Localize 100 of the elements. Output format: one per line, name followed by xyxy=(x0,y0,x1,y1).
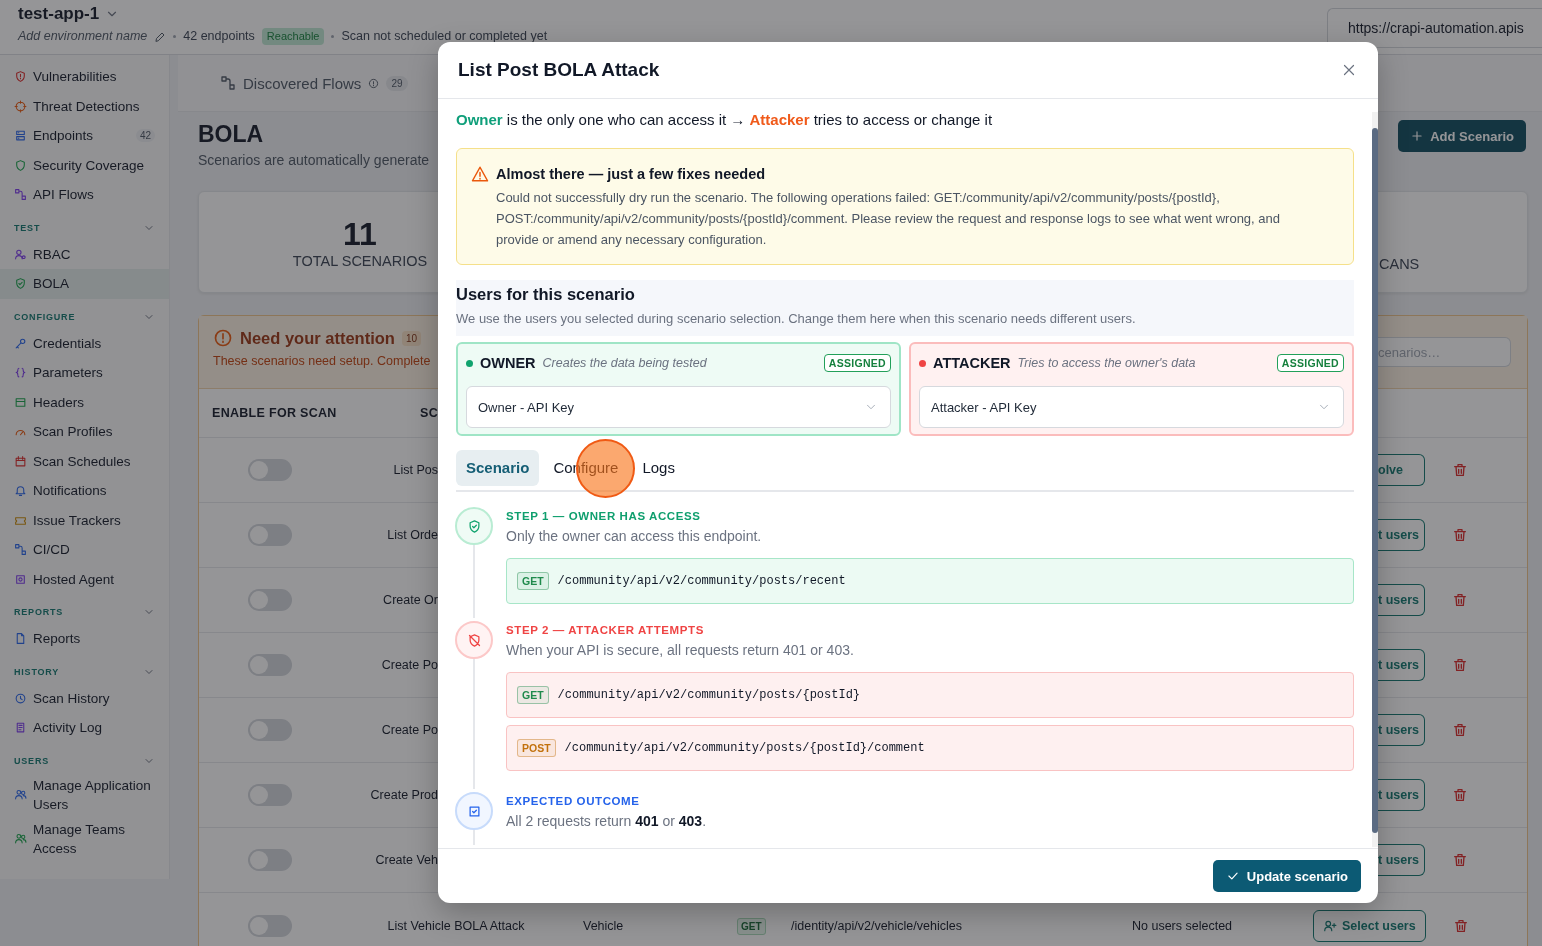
action-button[interactable]: t users xyxy=(1378,844,1425,876)
role-description: Tries to access the owner's data xyxy=(1017,356,1197,370)
tab[interactable]: Discovered Flows 29 xyxy=(220,74,408,92)
toggle-switch[interactable] xyxy=(248,459,292,481)
role-name: OWNER xyxy=(480,355,536,371)
user-plus-icon xyxy=(1323,918,1337,933)
trash-icon[interactable] xyxy=(1452,917,1469,934)
toggle-switch[interactable] xyxy=(248,654,292,676)
count-badge: 42 xyxy=(135,129,155,143)
action-button[interactable]: t users xyxy=(1378,584,1425,616)
user-select[interactable]: Attacker - API Key xyxy=(919,386,1344,428)
trash-icon[interactable] xyxy=(1452,592,1468,608)
trash-icon[interactable] xyxy=(1452,722,1468,738)
trash-icon[interactable] xyxy=(1452,852,1468,868)
step-title: STEP 2 — ATTACKER ATTEMPTS xyxy=(506,623,705,638)
step-description: All 2 requests return 401 or 403. xyxy=(506,812,707,831)
warning-title: Almost there — just a few fixes needed xyxy=(496,165,767,184)
scrollbar[interactable] xyxy=(1372,112,1378,847)
warning-icon xyxy=(471,165,489,183)
trash-icon[interactable] xyxy=(1452,527,1468,543)
sidebar-item[interactable]: Threat Detections xyxy=(0,91,169,121)
sidebar-item[interactable]: Scan History xyxy=(0,683,169,713)
flow-icon xyxy=(220,75,236,91)
sidebar-item[interactable]: Security Coverage xyxy=(0,150,169,180)
scenario-name: List Orde xyxy=(386,528,438,542)
sidebar-item[interactable]: Issue Trackers xyxy=(0,505,169,535)
endpoint-count: 42 endpoints xyxy=(183,30,255,43)
sidebar-item[interactable]: Credentials xyxy=(0,328,169,358)
toggle-switch[interactable] xyxy=(248,784,292,806)
tab[interactable]: Scenario xyxy=(456,450,540,486)
sidebar-item[interactable]: Hosted Agent xyxy=(0,564,169,594)
endpoint-path: /community/api/v2/community/posts/recent xyxy=(557,574,846,588)
shield-icon xyxy=(14,158,27,172)
trash-icon[interactable] xyxy=(1452,657,1468,673)
toggle-switch[interactable] xyxy=(248,524,292,546)
scenario-name: Create Prod xyxy=(369,788,438,802)
method-badge: POST xyxy=(517,739,556,757)
sidebar-item[interactable]: Activity Log xyxy=(0,713,169,743)
users-icon xyxy=(14,788,27,801)
scenario-name: Create Po xyxy=(380,723,438,737)
sidebar-item[interactable]: Manage Application Users xyxy=(0,772,169,817)
action-button[interactable]: t users xyxy=(1378,714,1425,746)
section-label: CONFIGURE xyxy=(14,311,76,322)
action-button[interactable]: olve xyxy=(1378,454,1425,486)
endpoint-path: /identity/api/v2/vehicle/vehicles xyxy=(791,918,962,933)
scenario-name: Create Or xyxy=(382,593,438,607)
method-badge: GET xyxy=(517,572,549,590)
history-icon xyxy=(14,691,27,705)
toggle-switch[interactable] xyxy=(248,589,292,611)
stat-value: 11 xyxy=(343,215,377,253)
sidebar-item[interactable]: Headers xyxy=(0,387,169,417)
stat-label: TOTAL SCENARIOS xyxy=(292,253,428,269)
alert-icon xyxy=(213,328,233,348)
section-label: USERS xyxy=(14,755,49,766)
toggle-switch[interactable] xyxy=(248,914,292,937)
sidebar-item[interactable]: Parameters xyxy=(0,358,169,388)
url-field[interactable]: https://crapi-automation.apis xyxy=(1327,8,1542,48)
section-label: TEST xyxy=(14,222,41,233)
info-icon xyxy=(368,77,380,89)
sidebar-item[interactable]: Reports xyxy=(0,624,169,654)
sidebar-item[interactable]: API Flows xyxy=(0,180,169,210)
braces-icon xyxy=(14,366,27,380)
toggle-switch[interactable] xyxy=(248,719,292,741)
table-icon xyxy=(14,395,27,409)
add-scenario-button[interactable]: Add Scenario xyxy=(1398,120,1526,152)
panel-title: Need your attention xyxy=(240,328,395,348)
sidebar-item[interactable]: CI/CD xyxy=(0,535,169,565)
status-dot-icon xyxy=(466,359,473,367)
select-users-button[interactable]: Select users xyxy=(1313,909,1426,942)
trash-icon[interactable] xyxy=(1452,787,1468,803)
environment-name-placeholder[interactable]: Add environment name xyxy=(18,30,148,43)
pencil-icon[interactable] xyxy=(154,30,167,43)
summary-sentence: Owner is the only one who can access it → Attacker tries to access or change it xyxy=(456,110,994,130)
app-name[interactable]: test-app-1 xyxy=(18,4,100,24)
user-select[interactable]: Owner - API Key xyxy=(466,386,891,428)
sidebar-item[interactable]: BOLA xyxy=(0,269,169,299)
toggle-switch[interactable] xyxy=(248,849,292,871)
sidebar-item[interactable]: Scan Profiles xyxy=(0,417,169,447)
action-button[interactable]: t users xyxy=(1378,649,1425,681)
sidebar-item[interactable]: Manage Teams Access xyxy=(0,816,169,861)
page-title: BOLA xyxy=(198,120,265,149)
role-description: Creates the data being tested xyxy=(542,356,708,370)
warning-message: Could not successfully dry run the scenario. The following operations failed: GET:/community/api/v2/community/posts/{postId}, POST:/community/api/v2/community/posts/{postId}/comment. Please review the request and response logs to see what went wrong, and provide or amend any necessary configuration. xyxy=(496,189,1281,249)
plus-icon xyxy=(1410,129,1425,143)
modal-title: List Post BOLA Attack xyxy=(458,59,660,81)
scenario-name: List Vehicle BOLA Attack xyxy=(387,918,525,933)
trash-icon[interactable] xyxy=(1452,462,1468,478)
sidebar-item[interactable]: Endpoints 42 xyxy=(0,121,169,151)
action-button[interactable]: t users xyxy=(1378,519,1425,551)
sidebar-item[interactable]: Vulnerabilities xyxy=(0,62,169,92)
sidebar-item[interactable]: Notifications xyxy=(0,476,169,506)
bell-icon xyxy=(14,484,27,498)
section-description: We use the users you selected during scenario selection. Change them here when this scenario needs different users. xyxy=(456,310,1137,328)
tab[interactable]: Logs xyxy=(632,450,685,486)
users-icon xyxy=(14,832,27,845)
sidebar-item[interactable]: RBAC xyxy=(0,239,169,269)
column-header: ENABLE FOR SCAN xyxy=(212,406,337,420)
update-scenario-button[interactable]: Update scenario xyxy=(1212,860,1361,892)
action-button[interactable]: t users xyxy=(1378,779,1425,811)
sidebar-item[interactable]: Scan Schedules xyxy=(0,446,169,476)
